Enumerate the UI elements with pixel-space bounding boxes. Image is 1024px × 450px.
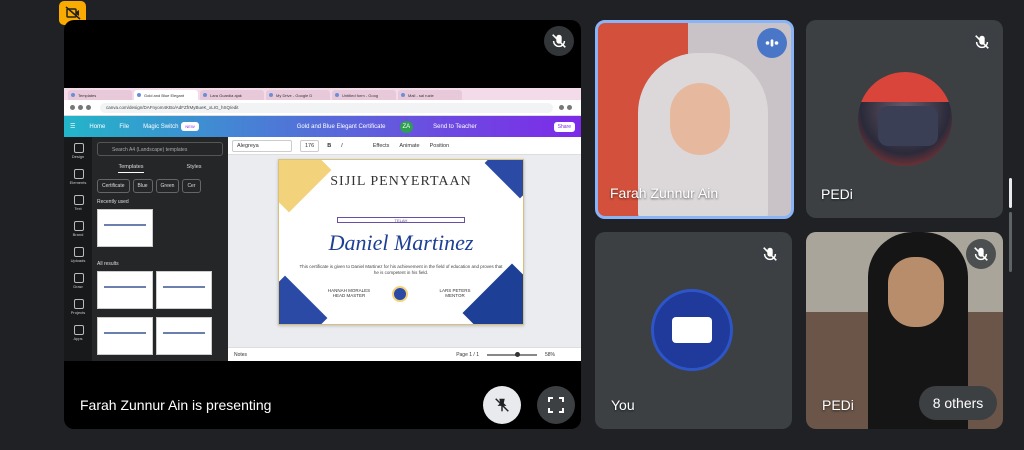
send-to-teacher-button[interactable]: Send to Teacher [433, 124, 477, 130]
template-thumbnail[interactable] [97, 209, 153, 247]
participant-name: PEDi [822, 397, 854, 413]
sidebar-item-elements[interactable]: Elements [64, 163, 92, 189]
recently-used-heading: Recently used [97, 199, 129, 205]
chip-cer[interactable]: Cer [182, 179, 201, 193]
template-search-input[interactable]: Search A4 (Landscape) templates [97, 142, 223, 156]
certificate-title[interactable]: SIJIL PENYERTAAN [279, 174, 523, 190]
speaking-indicator-icon [757, 28, 787, 58]
canva-file-menu[interactable]: File [119, 124, 129, 130]
browser-tab[interactable]: Untitled form - Goog [332, 90, 396, 100]
mic-off-icon [966, 239, 996, 269]
sidebar-item-projects[interactable]: Projects [64, 293, 92, 319]
tab-styles[interactable]: Styles [187, 164, 202, 173]
seal-icon [392, 286, 408, 302]
editor-footer: Notes Page 1 / 1 58% [228, 347, 581, 361]
others-button[interactable]: 8 others [919, 386, 997, 420]
participant-tile-pedi-1[interactable]: PEDi [806, 20, 1003, 218]
canva-header: ☰ Home File Magic Switch NEW Gold and Blu… [64, 116, 581, 137]
chip-blue[interactable]: Blue [132, 179, 153, 193]
share-button[interactable]: Share [553, 121, 575, 132]
unpin-button[interactable] [483, 386, 521, 424]
browser-tab[interactable]: Gold and Blue Elegant [134, 90, 198, 100]
url-field[interactable]: canva.com/design/DAFnyom4KBo/AdFZfrMyBue… [100, 102, 553, 113]
bold-button[interactable]: B [327, 143, 331, 149]
scrollbar[interactable] [1009, 178, 1012, 208]
mic-off-icon [755, 239, 785, 269]
tab-templates[interactable]: Templates [118, 164, 144, 173]
sidebar-item-brand[interactable]: Brand [64, 215, 92, 241]
participant-name: You [611, 397, 635, 413]
template-thumbnail[interactable] [156, 271, 212, 309]
new-badge: NEW [181, 121, 199, 131]
certificate-canvas[interactable]: SIJIL PENYERTAAN TELAH Daniel Martinez T… [278, 159, 524, 325]
logo-avatar [651, 289, 733, 371]
back-icon[interactable] [70, 105, 75, 110]
editor-toolbar: Alegreya 176 B I Effects Animate Positio… [228, 137, 581, 155]
font-select[interactable]: Alegreya [232, 139, 292, 152]
sidebar-item-apps[interactable]: Apps [64, 319, 92, 345]
signature-left[interactable]: HANNAH MORALES HEAD MASTER [319, 288, 379, 298]
zoom-slider[interactable] [486, 351, 537, 357]
profile-icon[interactable] [567, 105, 572, 110]
canva-magic-switch[interactable]: Magic Switch NEW [143, 121, 213, 131]
forward-icon[interactable] [78, 105, 83, 110]
canva-home-link[interactable]: Home [89, 124, 105, 130]
avatar[interactable]: ZA [399, 120, 414, 133]
shared-screen: Templates Gold and Blue Elegant Lara Gua… [64, 88, 581, 361]
face-shape [888, 257, 944, 327]
mic-off-icon [967, 27, 997, 57]
scrollbar-track [1009, 212, 1012, 272]
reload-icon[interactable] [86, 105, 91, 110]
position-button[interactable]: Position [430, 143, 450, 149]
page-indicator: Page 1 / 1 [456, 351, 479, 358]
blue-corner-shape [279, 275, 328, 324]
presenter-mute-icon [544, 26, 574, 56]
doc-title[interactable]: Gold and Blue Elegant Certificate [297, 124, 386, 130]
participant-name: PEDi [821, 186, 853, 202]
chip-green[interactable]: Green [155, 179, 180, 193]
browser-tab[interactable]: Mail - sal ruzle [398, 90, 462, 100]
avatar [858, 72, 952, 166]
extension-icon[interactable] [559, 105, 564, 110]
animate-button[interactable]: Animate [399, 143, 419, 149]
participant-tile-you[interactable]: You [595, 232, 792, 429]
sidebar-item-uploads[interactable]: Uploads [64, 241, 92, 267]
browser-tab[interactable]: Lara Guardia ajak [200, 90, 264, 100]
address-bar: canva.com/design/DAFnyom4KBo/AdFZfrMyBue… [64, 100, 581, 116]
certificate-name[interactable]: Daniel Martinez [279, 230, 523, 256]
participant-name: Farah Zunnur Ain [610, 185, 719, 201]
notes-button[interactable]: Notes [234, 352, 247, 358]
template-thumbnail[interactable] [156, 317, 212, 355]
signature-right[interactable]: LARS PETERS MENTOR [425, 288, 485, 298]
participant-tile-farah[interactable]: Farah Zunnur Ain [595, 20, 794, 219]
sidebar-item-text[interactable]: Text [64, 189, 92, 215]
magic-switch-label: Magic Switch [143, 123, 179, 130]
face-shape [670, 83, 730, 155]
browser-tab[interactable]: Templates [68, 90, 132, 100]
certificate-text[interactable]: This certificate is given to Daniel Mart… [299, 264, 503, 276]
certificate-ribbon[interactable]: TELAH [337, 217, 465, 223]
zoom-level: 58% [544, 351, 555, 358]
participant-tile-pedi-2[interactable]: PEDi 8 others [806, 232, 1003, 429]
template-thumbnail[interactable] [97, 317, 153, 355]
template-thumbnail[interactable] [97, 271, 153, 309]
browser-tabs: Templates Gold and Blue Elegant Lara Gua… [64, 88, 581, 100]
presenting-label: Farah Zunnur Ain is presenting [80, 397, 272, 413]
all-results-heading: All results [97, 261, 119, 267]
canva-sidebar: Design Elements Text Brand Uploads Draw … [64, 137, 92, 361]
font-size-field[interactable]: 176 [300, 139, 320, 152]
browser-tab[interactable]: My Drive - Google D [266, 90, 330, 100]
sig2-role: MENTOR [445, 293, 465, 298]
sig1-role: HEAD MASTER [332, 293, 366, 298]
templates-panel: Search A4 (Landscape) templates Template… [92, 137, 228, 361]
menu-icon[interactable]: ☰ [70, 123, 75, 130]
canva-editor: Alegreya 176 B I Effects Animate Positio… [228, 137, 581, 361]
fullscreen-button[interactable] [537, 386, 575, 424]
effects-button[interactable]: Effects [373, 143, 390, 149]
sidebar-item-design[interactable]: Design [64, 137, 92, 163]
sidebar-item-draw[interactable]: Draw [64, 267, 92, 293]
italic-button[interactable]: I [341, 143, 343, 149]
chip-certificate[interactable]: Certificate [97, 179, 130, 193]
